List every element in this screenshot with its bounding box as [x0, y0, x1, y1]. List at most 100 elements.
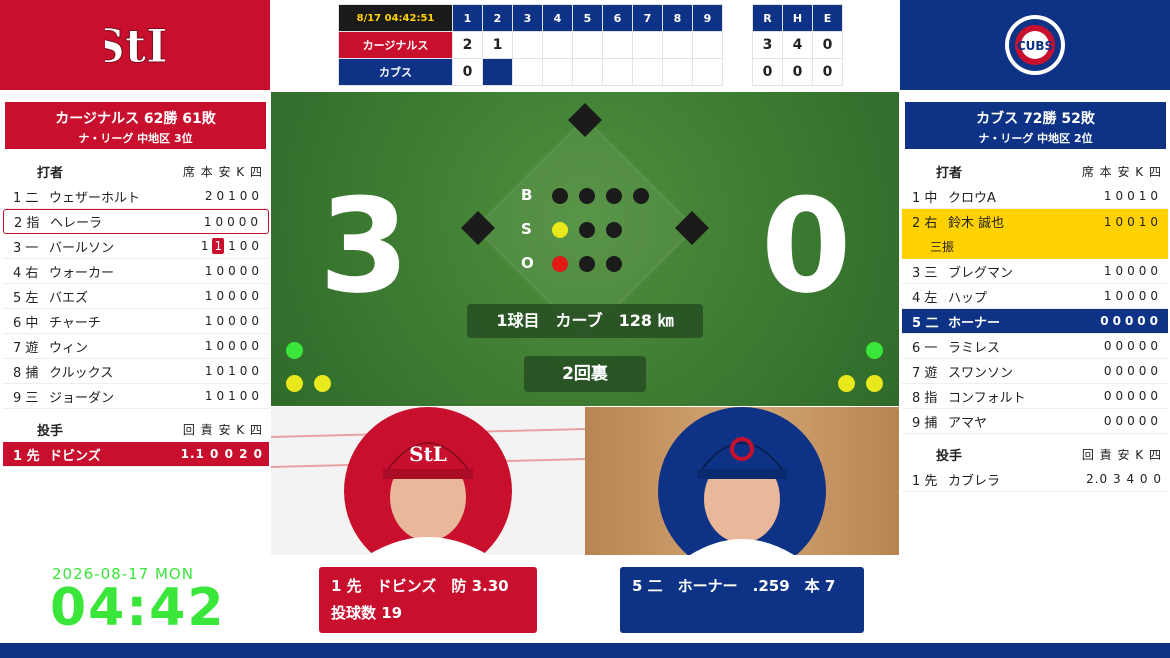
spacer	[723, 59, 753, 86]
ball-dot	[606, 188, 622, 204]
batter-stats: 10010	[1103, 214, 1162, 229]
balls-label: B	[521, 186, 533, 204]
errors: 0	[812, 58, 843, 86]
batter-position: 3 三	[912, 265, 938, 281]
pitcher-row-current: 1 先 ドビンズ 1.1 0 0 2 0	[3, 442, 269, 467]
batter-row: 9 捕 アマヤ 00000	[902, 409, 1168, 434]
pitcher-name: カブレラ	[948, 473, 1001, 489]
scoreboard-clock: 8/17 04:42:51	[338, 4, 453, 32]
batter-stats: 00000	[1103, 364, 1162, 378]
batter-stats: 10010	[1103, 189, 1162, 203]
batter-name: ハップ	[948, 290, 988, 306]
status-dot-green	[286, 342, 303, 359]
inning-score	[692, 58, 723, 86]
batter-position: 2 指	[14, 216, 40, 231]
batter-position: 4 左	[912, 290, 938, 306]
batter-name: クロウA	[948, 190, 996, 206]
away-lineup: 打者 席 本 安 K 四 1 二 ウェザーホルト 20100 2 指 ヘレーラ …	[3, 159, 269, 467]
batter-position: 5 左	[13, 290, 39, 306]
pitcher-position: 1 先	[13, 448, 40, 464]
at-bat-result: 三振	[930, 240, 955, 254]
inning-score	[512, 31, 543, 59]
rhe-header: E	[812, 4, 843, 32]
inning-header: 6	[602, 4, 633, 32]
batter-stats: 00000	[1100, 314, 1162, 328]
batter-position: 9 捕	[912, 415, 938, 431]
batter-row: 7 遊 スワンソン 00000	[902, 359, 1168, 384]
bottom-bar	[0, 643, 1170, 658]
rhe-header: R	[752, 4, 783, 32]
batter-stats: 00000	[1103, 339, 1162, 353]
inning-header: 9	[692, 4, 723, 32]
batter-photo	[658, 407, 826, 555]
batter-position: 8 捕	[13, 365, 39, 381]
away-team-name: カージナルス	[338, 31, 453, 59]
batter-row: 6 中 チャーチ 10000	[3, 309, 269, 334]
pitcher-stats: 2.0 3 4 0 0	[1086, 472, 1162, 486]
out-dot	[552, 256, 568, 272]
batter-name: クルックス	[49, 365, 114, 381]
pitcher-header: 投手	[936, 449, 963, 464]
pitch-info: 1球目 カーブ 128 ㎞	[467, 304, 703, 338]
batter-position: 6 一	[912, 340, 938, 356]
inning-header: 4	[542, 4, 573, 32]
batter-name: ヘレーラ	[50, 216, 103, 231]
home-lineup: 打者 席 本 安 K 四 1 中 クロウA 10010 2 右 鈴木 誠也 10…	[902, 159, 1168, 492]
batter-position: 8 指	[912, 390, 938, 406]
stat-value: 1	[200, 239, 213, 253]
pitcher-header-row: 投手 回 責 安 K 四	[3, 417, 269, 442]
ball-dot	[579, 188, 595, 204]
pitcher-info-card: 1 先 ドビンズ 防 3.30 投球数 19	[319, 567, 537, 633]
batter-position: 4 右	[13, 265, 39, 281]
away-logo-panel: StL	[0, 0, 270, 90]
home-run-badge: 1	[212, 238, 225, 254]
inning-header: 8	[662, 4, 693, 32]
batter-name: ウェザーホルト	[49, 190, 141, 206]
batter-position: 2 右	[912, 216, 938, 231]
lineup-header: 打者 席 本 安 K 四	[902, 159, 1168, 184]
batter-photo-panel	[585, 407, 899, 555]
errors: 0	[812, 31, 843, 59]
inning-score	[542, 58, 573, 86]
batter-name: ウォーカー	[49, 265, 115, 281]
inning-header: 2	[482, 4, 513, 32]
out-dot	[606, 256, 622, 272]
pitch-count: 投球数 19	[331, 604, 403, 622]
away-score: 3	[319, 170, 410, 322]
batter-position: 1 中	[912, 190, 938, 206]
status-dot-green	[866, 342, 883, 359]
batter-position: 6 中	[13, 315, 39, 331]
batter-row-highlighted: 2 指 ヘレーラ 10000	[3, 209, 269, 234]
clock-time: 04:42	[50, 578, 226, 638]
inning-score	[572, 58, 603, 86]
batter-row-current: 5 二 ホーナー 00000	[902, 309, 1168, 334]
batter-position: 3 一	[13, 240, 39, 256]
inning-score: 1	[482, 31, 513, 59]
inning-score	[512, 58, 543, 86]
batter-row: 8 指 コンフォルト 00000	[902, 384, 1168, 409]
spacer	[723, 32, 753, 59]
batter-stats: 10000	[204, 264, 263, 278]
batter-stats: 10000	[204, 289, 263, 303]
pitcher-name: ドビンズ	[49, 448, 101, 464]
inning-score: 2	[452, 31, 483, 59]
batter-row: 7 遊 ウィン 10000	[3, 334, 269, 359]
inning-header: 7	[632, 4, 663, 32]
batter-stats: 1 1 100	[200, 238, 263, 254]
inning-score	[692, 31, 723, 59]
cubs-logo-icon: CUBS	[1005, 15, 1065, 75]
batter-position: 9 三	[13, 390, 39, 406]
pitcher-stat-headers: 回 責 安 K 四	[182, 423, 263, 437]
runs: 0	[752, 58, 783, 86]
stat-value: 100	[228, 239, 263, 253]
pitcher-header-row: 投手 回 責 安 K 四	[902, 442, 1168, 467]
pitcher-photo: StL	[271, 407, 585, 555]
home-score: 0	[761, 170, 852, 322]
batter-name: バールソン	[49, 240, 115, 256]
ball-dot	[633, 188, 649, 204]
batter-name: チャーチ	[49, 315, 101, 331]
runs: 3	[752, 31, 783, 59]
batter-row: 2 右 鈴木 誠也 10010	[902, 209, 1168, 234]
strike-dot	[579, 222, 595, 238]
inning-score	[602, 31, 633, 59]
